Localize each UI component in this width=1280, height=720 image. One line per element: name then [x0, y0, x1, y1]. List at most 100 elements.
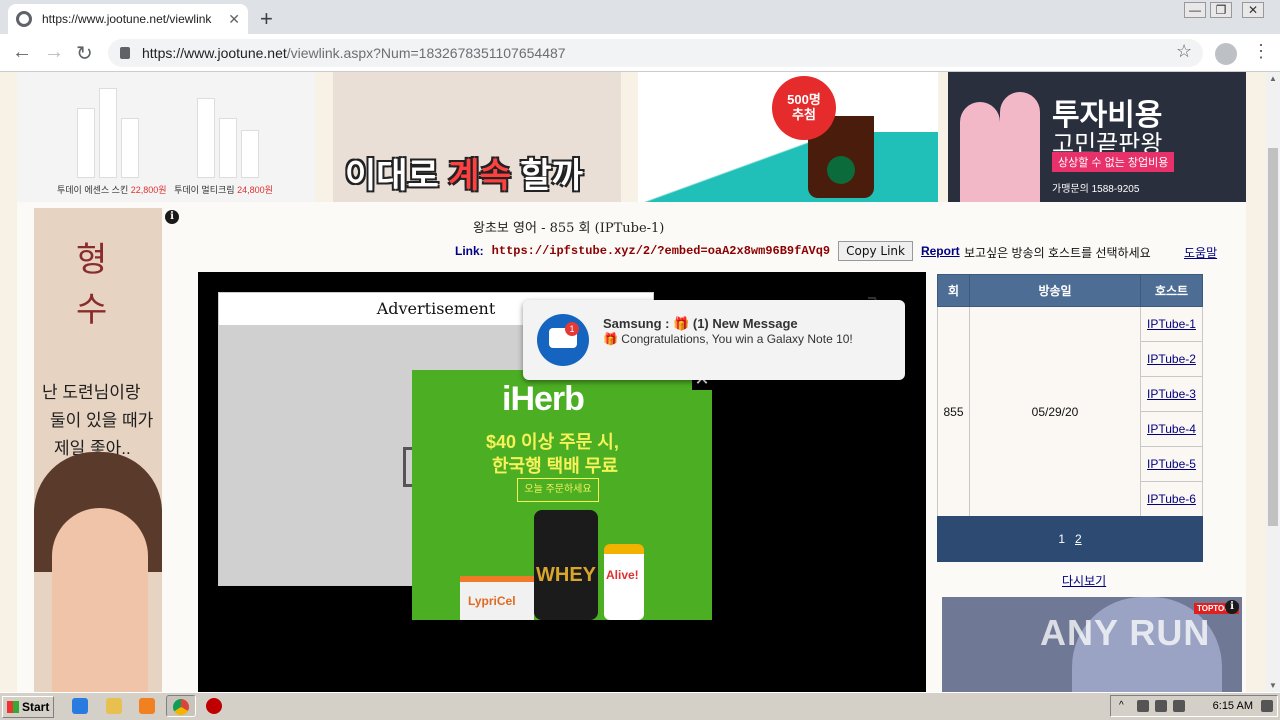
- close-window-button[interactable]: ✕: [1242, 2, 1264, 18]
- toolbar: ← → ↻ https://www.jootune.net/viewlink.a…: [0, 34, 1280, 72]
- tab-close-icon[interactable]: ✕: [228, 11, 240, 28]
- windows-flag-icon: [7, 700, 19, 713]
- link-label: Link:: [455, 244, 484, 258]
- skyscraper-ad[interactable]: 형 수 난 도련님이랑 둘이 있을 때가 제일 좋아..: [34, 208, 162, 692]
- menu-icon[interactable]: ⋮: [1252, 41, 1270, 62]
- model-image: [1000, 92, 1040, 202]
- start-button[interactable]: Start: [2, 695, 54, 718]
- forward-button[interactable]: →: [44, 41, 64, 64]
- alert-icon[interactable]: [206, 698, 222, 714]
- product-jar: WHEY: [534, 510, 598, 620]
- product-bottle: [241, 130, 259, 178]
- host-select-text: 보고싶은 방송의 호스트를 선택하세요: [964, 246, 1151, 260]
- model-image: [960, 102, 1000, 202]
- system-tray: ^ 6:15 AM: [1110, 695, 1278, 717]
- pagination: 12: [937, 516, 1203, 562]
- ad-title-char: 수: [76, 290, 108, 330]
- product-bottle: [219, 118, 237, 178]
- franchise-banner[interactable]: 투자비용 고민끝판왕 상상할 수 없는 창업비용 가맹문의 1588-9205: [948, 72, 1246, 202]
- ad-info-icon[interactable]: i: [1225, 600, 1239, 614]
- lock-icon: [120, 47, 130, 59]
- minimize-button[interactable]: —: [1184, 2, 1206, 18]
- tab-title: https://www.jootune.net/viewlink.a: [42, 12, 212, 26]
- col-episode: 회: [937, 274, 970, 307]
- volume-icon[interactable]: [1137, 700, 1149, 712]
- product-bottle: [77, 108, 95, 178]
- host-link[interactable]: IPTube-1: [1147, 317, 1196, 331]
- notification-title: Samsung : 🎁 (1) New Message: [603, 316, 798, 331]
- host-link[interactable]: IPTube-6: [1147, 492, 1196, 506]
- new-tab-button[interactable]: +: [260, 6, 273, 32]
- address-bar[interactable]: https://www.jootune.net/viewlink.aspx?Nu…: [108, 39, 1203, 67]
- raffle-badge: 500명 추첨: [772, 76, 836, 140]
- maximize-button[interactable]: ❐: [1210, 2, 1232, 18]
- tab-bar: https://www.jootune.net/viewlink.a ✕ + —…: [0, 0, 1280, 34]
- network-icon[interactable]: [1155, 700, 1167, 712]
- host-link[interactable]: IPTube-5: [1147, 457, 1196, 471]
- product-box: LypriCel: [460, 576, 534, 620]
- ad-illustration: [52, 508, 148, 692]
- link-row: Link: https://ipfstube.xyz/2/?embed=oaA2…: [455, 240, 960, 262]
- scroll-down-icon[interactable]: ▼: [1269, 681, 1277, 690]
- help-link[interactable]: 도움말: [1184, 244, 1217, 261]
- banner-caption: 투데이 에센스 스킨 22,800원 투데이 멀티크림 24,800원: [57, 185, 273, 195]
- ie-icon[interactable]: [72, 698, 88, 714]
- notification-body: 🎁 Congratulations, You win a Galaxy Note…: [603, 332, 853, 346]
- ad-info-icon[interactable]: i: [165, 210, 179, 224]
- bookmark-star-icon[interactable]: ☆: [1176, 41, 1192, 62]
- push-notification[interactable]: 1 Samsung : 🎁 (1) New Message 🎁 Congratu…: [523, 300, 905, 380]
- iherb-cta-button[interactable]: 오늘 주문하세요: [517, 478, 599, 502]
- col-date: 방송일: [969, 274, 1141, 307]
- banner-tag: 상상할 수 없는 창업비용: [1052, 152, 1175, 172]
- profile-avatar[interactable]: [1215, 43, 1237, 65]
- episode-table: 회 방송일 호스트 855 05/29/20 IPTube-1 IPTube-2…: [937, 274, 1203, 517]
- banner-background: [638, 132, 938, 202]
- host-link[interactable]: IPTube-3: [1147, 387, 1196, 401]
- browser-tab[interactable]: https://www.jootune.net/viewlink.a ✕: [8, 4, 248, 34]
- report-link[interactable]: Report: [921, 244, 960, 258]
- page-title: 왕초보 영어 - 855 회 (IPTube-1): [473, 221, 665, 236]
- show-desktop-icon[interactable]: [1261, 700, 1273, 712]
- banner-phone: 가맹문의 1588-9205: [1052, 184, 1140, 195]
- comic-banner-text: 이대로 계속 할까요?: [345, 157, 583, 195]
- ad-title-char: 형: [76, 240, 108, 280]
- scroll-thumb[interactable]: [1268, 148, 1278, 526]
- flag-icon[interactable]: [1173, 700, 1185, 712]
- replay-link[interactable]: 다시보기: [1062, 572, 1106, 589]
- tray-expand-icon[interactable]: ^: [1119, 700, 1131, 712]
- page-2[interactable]: 2: [1075, 532, 1082, 546]
- globe-icon: [16, 11, 32, 27]
- clock: 6:15 AM: [1212, 700, 1253, 712]
- product-bottle: [121, 118, 139, 178]
- iherb-ad[interactable]: iHerb $40 이상 주문 시, 한국행 택배 무료 오늘 주문하세요 Ly…: [412, 370, 712, 620]
- chrome-icon: [173, 699, 189, 715]
- comic-banner[interactable]: 이대로 계속 할까요?: [333, 72, 621, 202]
- chat-bubble-icon: 1: [537, 314, 589, 366]
- iherb-headline: $40 이상 주문 시,: [486, 432, 619, 452]
- back-button[interactable]: ←: [12, 41, 32, 64]
- product-bottle: [99, 88, 117, 178]
- table-row: 855 05/29/20 IPTube-1: [937, 306, 1203, 517]
- embed-link[interactable]: https://ipfstube.xyz/2/?embed=oaA2x8wm96…: [492, 244, 830, 258]
- ad-text-line: 난 도련님이랑: [42, 383, 141, 402]
- host-link[interactable]: IPTube-4: [1147, 422, 1196, 436]
- reload-button[interactable]: ↻: [76, 41, 93, 66]
- cosmetics-banner[interactable]: 투데이 에센스 스킨 22,800원 투데이 멀티크림 24,800원: [17, 72, 315, 202]
- col-host: 호스트: [1140, 274, 1203, 307]
- table-header-row: 회 방송일 호스트: [937, 274, 1203, 307]
- scroll-up-icon[interactable]: ▲: [1269, 74, 1277, 83]
- episode-date: 05/29/20: [969, 306, 1141, 517]
- media-player-icon[interactable]: [139, 698, 155, 714]
- product-bottle: [197, 98, 215, 178]
- page-scrollbar[interactable]: ▲ ▼: [1266, 72, 1280, 692]
- url-path: /viewlink.aspx?Num=1832678351107654487: [286, 45, 566, 61]
- folder-icon[interactable]: [106, 698, 122, 714]
- coffee-banner[interactable]: 500명 추첨: [638, 72, 938, 202]
- page-1[interactable]: 1: [1058, 532, 1065, 546]
- copy-link-button[interactable]: Copy Link: [838, 241, 913, 261]
- ad-text-line: 둘이 있을 때가: [50, 411, 154, 430]
- iherb-subline: 한국행 택배 무료: [492, 456, 618, 476]
- iherb-logo: iHerb: [502, 380, 585, 418]
- url-host: https://www.jootune.net: [142, 45, 287, 61]
- host-link[interactable]: IPTube-2: [1147, 352, 1196, 366]
